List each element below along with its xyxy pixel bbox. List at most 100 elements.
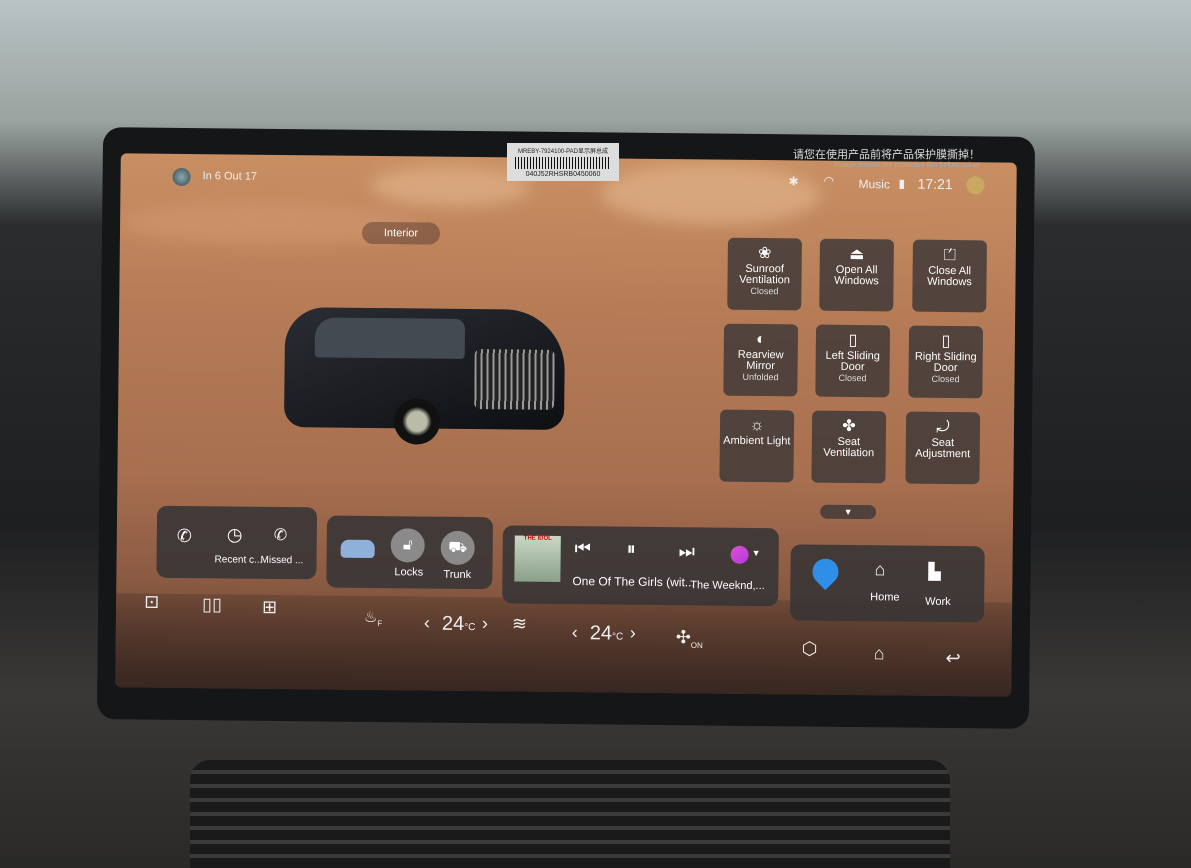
tile-label: Open All Windows [834,263,879,288]
infotainment-screen: In 6 Out 17 ✱ ◠ Music ▮ 17:21 Interior ❀… [115,153,1017,697]
camera-icon[interactable]: ⊡ [144,592,159,613]
right-temperature: 24°C [590,622,624,645]
left-sliding-door-button[interactable]: ▯ Left Sliding Door Closed [815,324,891,398]
interior-button[interactable]: Interior [361,221,441,245]
album-art[interactable]: THE IDOL [514,535,561,582]
vehicle-card: 🔓︎ Locks ⛟ Trunk [326,515,494,590]
tile-label: Ambient Light [723,434,791,448]
right-sliding-door-button[interactable]: ▯ Right Sliding Door Closed [908,325,984,399]
music-source[interactable]: Music [858,177,889,191]
apps-grid-icon[interactable]: ⊞ [262,597,277,618]
left-temp-down[interactable]: ‹ [424,613,430,634]
ambient-light-button[interactable]: ☼ Ambient Light [719,409,795,483]
missed-calls-label[interactable]: Missed ... [261,555,304,566]
locks-label[interactable]: Locks [394,566,423,578]
trunk-icon[interactable]: ⛟ [440,530,475,566]
sticker-serial: 040J52RHSRB0450060 [525,171,601,178]
lock-icon[interactable]: 🔓︎ [390,528,425,563]
film-notice-en: Please remove the protective film before… [834,162,980,169]
seat-adjustment-button[interactable]: ⤾ Seat Adjustment [905,411,981,485]
bulb-icon: ☼ [749,416,765,435]
fan-status: ON [690,640,703,651]
right-temp-unit: °C [611,631,624,643]
signal-icon: ▮ [898,176,906,191]
pause-icon[interactable]: ⏸ [627,539,636,560]
protective-sticker: MREBY-7924100-PAD显示屏总成 040J52RHSRB045006… [507,143,619,181]
mirror-icon: ◐ [755,330,766,349]
seat-ventilation-button[interactable]: ✤ Seat Ventilation [811,410,887,484]
network-status: In 6 Out 17 [202,170,258,183]
tile-label: Rearview Mirror [737,348,784,373]
phone-icon[interactable]: ✆ [177,526,192,547]
right-temp-value: 24 [589,622,613,645]
window-open-icon: ⏏ [849,245,865,264]
barcode [515,157,611,169]
left-door-icon: ▯ [848,331,858,350]
track-title: One Of The Girls (wit... [572,574,695,590]
back-icon[interactable]: ↩ [945,648,960,669]
tile-label: Sunroof Ventilation [739,262,790,287]
open-all-windows-button[interactable]: ⏏ Open All Windows [819,238,894,312]
sticker-text: MREBY-7924100-PAD显示屏总成 [517,149,609,155]
split-screen-icon[interactable]: ▯▯ [202,594,222,615]
trunk-label[interactable]: Trunk [443,569,471,581]
right-door-icon: ▯ [941,332,951,351]
home-label[interactable]: Home [870,591,899,603]
music-app-icon[interactable] [730,545,749,564]
seat-fan-icon: ✤ [842,417,856,436]
chevron-down-icon: ▼ [843,506,853,518]
airflow-mode-icon[interactable]: ≋ [512,613,527,634]
wifi-icon: ◠ [823,173,835,188]
tile-state: Closed [838,372,867,384]
navigation-card: ⌂ Home ▙ Work [789,544,985,623]
track-artist: The Weeknd,... [690,579,765,593]
next-track-icon[interactable]: ⏭ [679,541,695,562]
close-all-windows-button[interactable]: ⏍ Close All Windows [912,239,987,313]
left-temp-up[interactable]: › [482,613,488,634]
tile-state: Closed [931,373,960,385]
map-pin-icon[interactable] [807,553,844,591]
previous-track-icon[interactable]: ⏮ [575,538,591,559]
bluetooth-icon: ✱ [788,174,799,189]
left-temp-value: 24 [441,612,465,635]
left-temperature: 24°C [442,613,476,636]
dashboard-vent [190,760,950,868]
recent-calls-label[interactable]: Recent c... [215,554,263,566]
front-defrost-icon[interactable]: ♨F [364,608,383,628]
defrost-label: F [377,619,383,629]
right-temp-up[interactable]: › [630,623,636,644]
recent-calls-icon[interactable]: ◷ [227,524,243,545]
film-notice-zh: 请您在使用产品前将产品保护膜撕掉！ [793,149,980,161]
car-thumbnail[interactable] [340,539,375,559]
tile-label: Seat Adjustment [915,436,971,461]
settings-icon[interactable]: ⬡ [802,638,818,659]
phone-card[interactable]: ✆ ◷ Recent c... ✆ Missed ... [156,505,318,580]
sunroof-ventilation-button[interactable]: ❀ Sunroof Ventilation Closed [727,237,802,311]
expand-controls-button[interactable]: ▼ [820,504,877,520]
left-temp-unit: °C [464,621,476,634]
window-close-icon: ⏍ [943,246,956,265]
film-notice: 请您在使用产品前将产品保护膜撕掉！ Please remove the prot… [780,146,980,169]
tile-state: Closed [750,285,779,297]
rearview-mirror-button[interactable]: ◐ Rearview Mirror Unfolded [723,323,799,397]
seat-icon: ⤾ [936,418,950,437]
work-icon[interactable]: ▙ [928,562,941,582]
sunroof-icon: ❀ [758,245,772,263]
source-dropdown-icon[interactable]: ▼ [752,548,761,558]
vehicle-model[interactable] [274,287,576,470]
home-nav-icon[interactable]: ⌂ [874,643,885,664]
tile-label: Close All Windows [927,264,972,289]
profile-avatar[interactable] [172,167,191,187]
tile-state: Unfolded [742,371,779,383]
assistant-icon[interactable] [966,176,985,195]
media-card: THE IDOL ⏮ ⏸ ⏭ ▼ One Of The Girls (wit..… [502,525,779,607]
tile-label: Left Sliding Door [825,349,881,374]
tile-label: Right Sliding Door [914,350,977,375]
missed-calls-icon[interactable]: ✆ [274,525,288,545]
home-icon[interactable]: ⌂ [874,559,885,580]
work-label[interactable]: Work [925,596,951,608]
fan-icon[interactable]: ✣ON [676,627,703,650]
tile-label: Seat Ventilation [823,435,875,460]
right-temp-down[interactable]: ‹ [572,622,578,643]
clock: 17:21 [917,175,953,193]
